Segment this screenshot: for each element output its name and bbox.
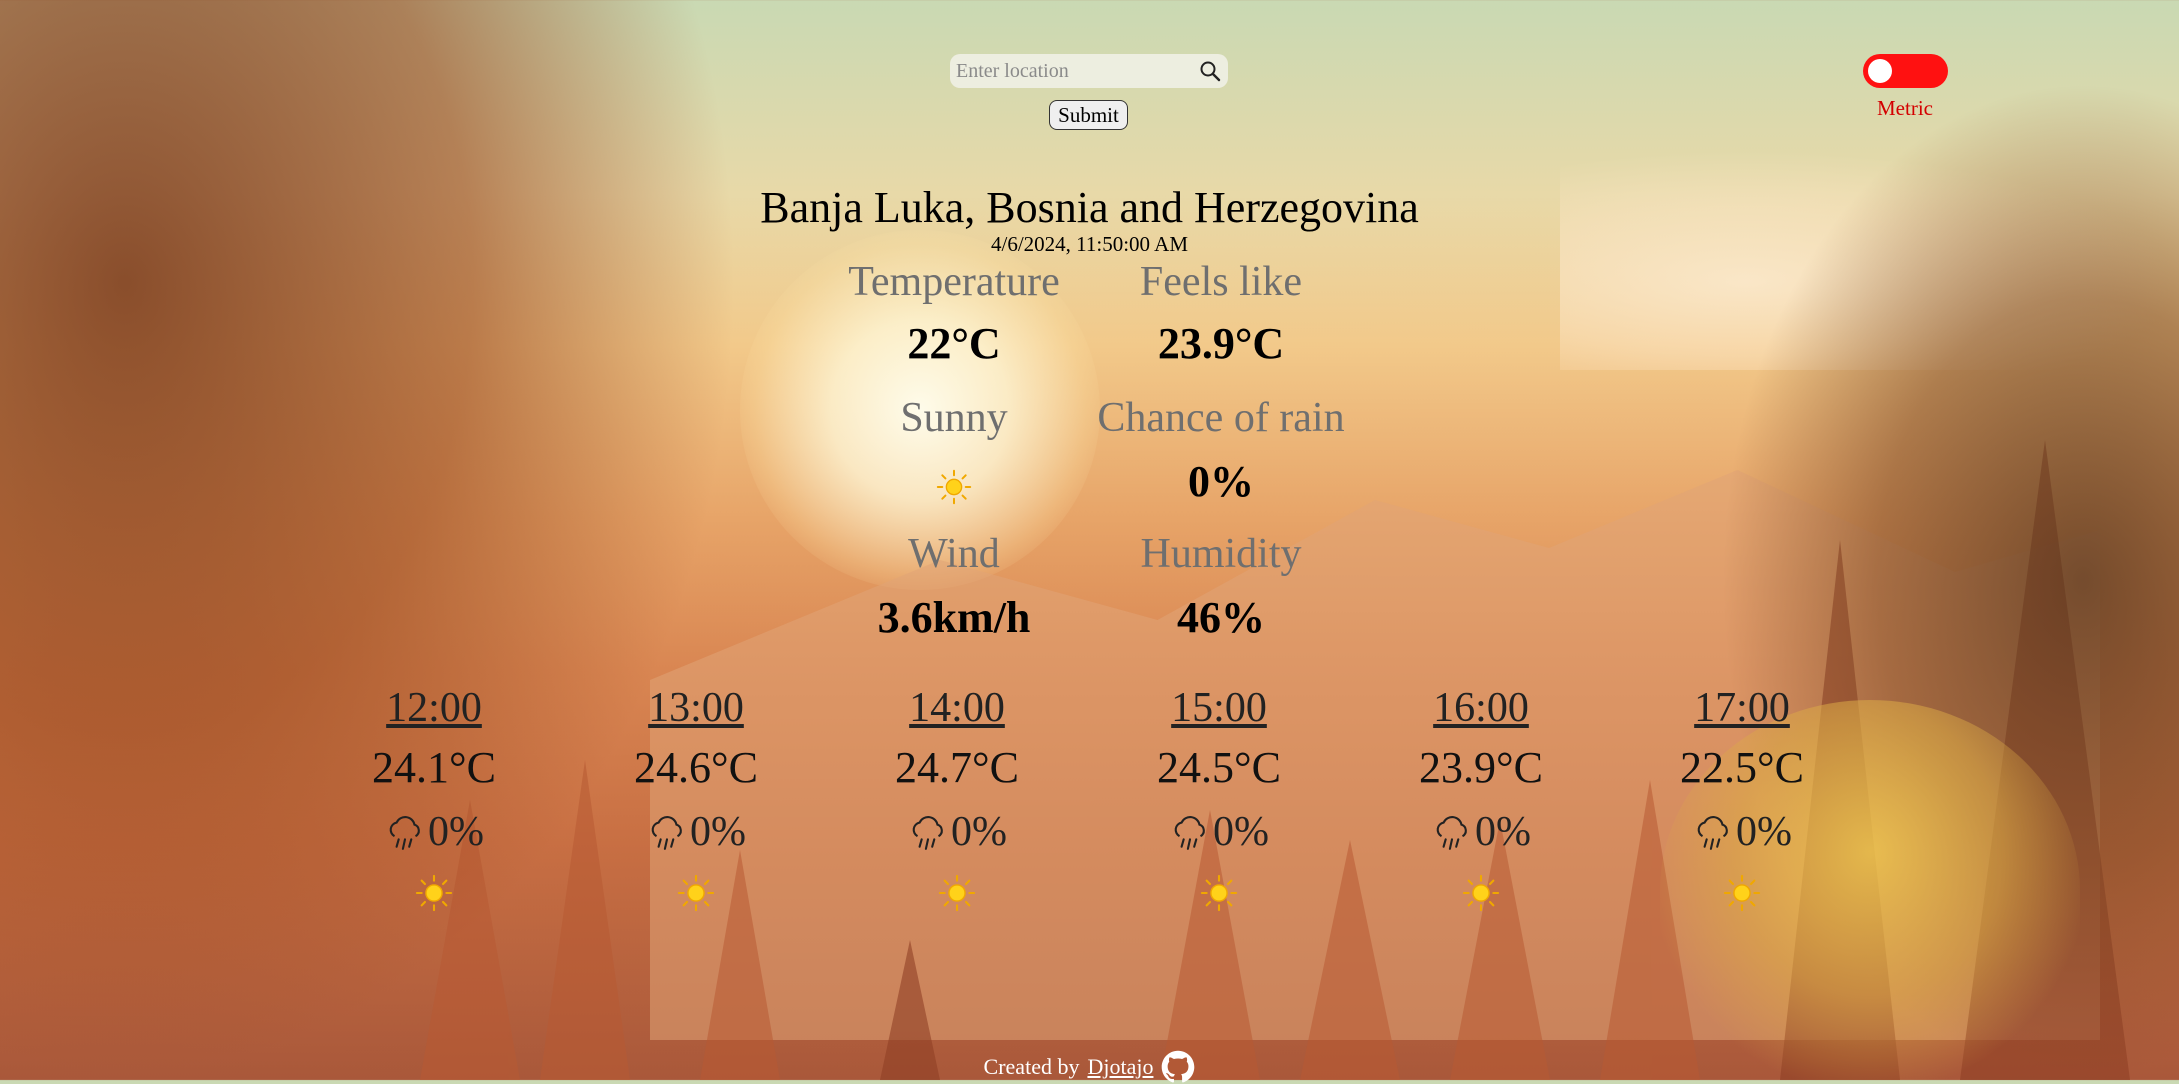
background-palm-canopy	[0, 0, 740, 1080]
rain-cloud-icon	[1174, 816, 1205, 850]
hour-rain-value: 0%	[428, 809, 484, 855]
rain-cloud-icon	[651, 816, 682, 850]
hour-time: 15:00	[1171, 685, 1267, 731]
chance-of-rain-label: Chance of rain	[1097, 395, 1345, 441]
hour-rain: 0%	[837, 802, 1077, 862]
rain-cloud-icon	[1697, 816, 1728, 850]
hour-temp: 24.5°C	[1157, 743, 1281, 792]
humidity-value: 46%	[1177, 593, 1265, 642]
sun-icon	[1462, 874, 1500, 912]
sun-icon	[1723, 874, 1761, 912]
sun-icon	[415, 874, 453, 912]
search-bar	[950, 54, 1228, 88]
feels-like-label: Feels like	[1139, 259, 1303, 305]
toggle-knob	[1868, 59, 1892, 83]
rain-cloud-icon	[389, 816, 420, 850]
unit-toggle[interactable]	[1863, 54, 1948, 88]
hour-time: 13:00	[648, 685, 744, 731]
rain-cloud-icon	[1436, 816, 1467, 850]
hour-rain: 0%	[1622, 802, 1862, 862]
hour-card: 16:00 23.9°C 0%	[1361, 684, 1601, 912]
hour-card: 15:00 24.5°C 0%	[1099, 684, 1339, 912]
sun-icon	[936, 469, 972, 505]
hour-rain-value: 0%	[1475, 809, 1531, 855]
local-datetime: 4/6/2024, 11:50:00 AM	[991, 232, 1188, 256]
hour-temp: 23.9°C	[1419, 743, 1543, 792]
hour-time: 14:00	[909, 685, 1005, 731]
footer-text: Created by	[983, 1054, 1080, 1079]
hour-temp: 24.1°C	[372, 743, 496, 792]
rain-cloud-icon	[912, 816, 943, 850]
hour-time: 17:00	[1694, 685, 1790, 731]
hour-card: 14:00 24.7°C 0%	[837, 684, 1077, 912]
location-title: Banja Luka, Bosnia and Herzegovina	[760, 183, 1419, 232]
hour-temp: 24.7°C	[895, 743, 1019, 792]
github-icon[interactable]	[1161, 1050, 1195, 1084]
hour-time: 12:00	[386, 685, 482, 731]
hour-temp: 24.6°C	[634, 743, 758, 792]
sun-icon	[1200, 874, 1238, 912]
search-icon[interactable]	[1198, 59, 1222, 83]
hour-rain: 0%	[314, 802, 554, 862]
feels-like-value: 23.9°C	[1157, 319, 1285, 368]
hour-rain: 0%	[1099, 802, 1339, 862]
submit-button[interactable]: Submit	[1049, 100, 1128, 130]
humidity-label: Humidity	[1140, 531, 1302, 577]
author-link[interactable]: Djotajo	[1087, 1054, 1153, 1080]
hour-rain: 0%	[1361, 802, 1601, 862]
hour-card: 13:00 24.6°C 0%	[576, 684, 816, 912]
sun-icon	[677, 874, 715, 912]
footer: Created by Djotajo	[0, 1050, 2179, 1084]
search-input[interactable]	[950, 54, 1228, 88]
hour-rain: 0%	[576, 802, 816, 862]
hour-rain-value: 0%	[1736, 809, 1792, 855]
hour-rain-value: 0%	[690, 809, 746, 855]
hour-temp: 22.5°C	[1680, 743, 1804, 792]
hour-rain-value: 0%	[951, 809, 1007, 855]
hour-rain-value: 0%	[1213, 809, 1269, 855]
hour-time: 16:00	[1433, 685, 1529, 731]
sun-icon	[938, 874, 976, 912]
hour-card: 12:00 24.1°C 0%	[314, 684, 554, 912]
hour-card: 17:00 22.5°C 0%	[1622, 684, 1862, 912]
unit-label: Metric	[1877, 96, 1933, 120]
chance-of-rain-value: 0%	[1188, 457, 1254, 506]
